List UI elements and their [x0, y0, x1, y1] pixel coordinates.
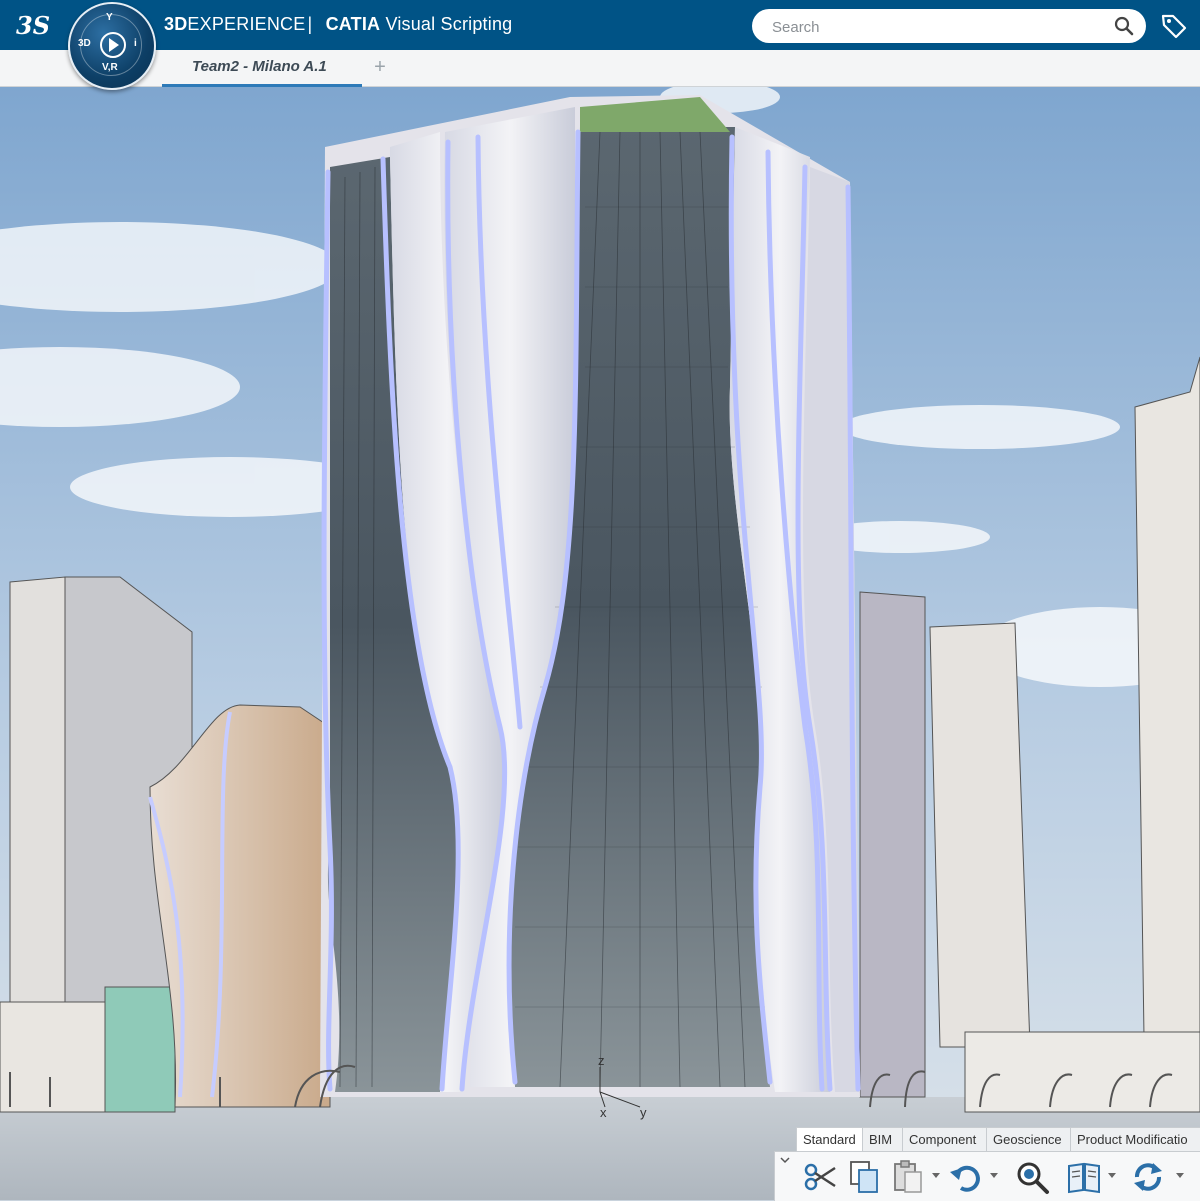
add-tab-button[interactable]: + [370, 55, 390, 79]
section-tab-component[interactable]: Component [903, 1128, 987, 1151]
compass-bottom-label: V,R [102, 62, 118, 73]
copy-icon[interactable] [845, 1158, 883, 1196]
section-tab-bim[interactable]: BIM [863, 1128, 903, 1151]
action-bar [774, 1151, 1200, 1201]
svg-text:3S: 3S [16, 11, 50, 40]
section-tab-geoscience[interactable]: Geoscience [987, 1128, 1071, 1151]
axis-z-label: z [598, 1053, 605, 1068]
brand-bold: 3D [164, 14, 188, 34]
tab-team2-milano[interactable]: Team2 - Milano A.1 [162, 50, 362, 87]
top-bar: 3S 3DEXPERIENCE | CATIA Visual Scripting [0, 0, 1200, 50]
tab-label: Team2 - Milano A.1 [192, 58, 327, 75]
main-tower [320, 95, 861, 1097]
app-title: 3DEXPERIENCE | CATIA Visual Scripting [164, 14, 512, 35]
scene-render: x y z [0, 87, 1200, 1200]
brand-rest: EXPERIENCE [187, 14, 306, 34]
play-icon[interactable] [100, 32, 126, 58]
section-tab-standard[interactable]: Standard [797, 1128, 863, 1151]
book-dropdown-icon[interactable] [1107, 1170, 1117, 1180]
undo-icon[interactable] [947, 1158, 985, 1196]
book-icon[interactable] [1065, 1158, 1103, 1196]
paste-dropdown-icon[interactable] [931, 1170, 941, 1180]
compass-top-label: Y [106, 12, 113, 23]
update-dropdown-icon[interactable] [1175, 1170, 1185, 1180]
compass-right-label: i [134, 38, 137, 49]
zoom-icon[interactable] [1013, 1158, 1051, 1196]
tag-icon[interactable] [1160, 12, 1188, 40]
action-bar-sections: Standard BIM Component Geoscience Produc… [796, 1127, 1200, 1152]
app-name-bold: CATIA [325, 14, 381, 34]
3d-viewport[interactable]: x y z [0, 87, 1200, 1200]
search-icon[interactable] [1114, 16, 1134, 36]
axis-x-label: x [600, 1105, 607, 1120]
tab-bar: Team2 - Milano A.1 + [0, 50, 1200, 87]
paste-icon[interactable] [889, 1158, 927, 1196]
brand-separator: | [307, 14, 313, 34]
undo-dropdown-icon[interactable] [989, 1170, 999, 1180]
section-tab-product-modification[interactable]: Product Modificatio [1071, 1128, 1200, 1151]
compass-widget[interactable]: Y 3D i V,R [68, 2, 156, 90]
ds-logo-icon[interactable]: 3S [14, 8, 54, 42]
app-name-rest: Visual Scripting [385, 14, 513, 34]
search-input[interactable] [770, 9, 1104, 45]
search-box[interactable] [752, 9, 1146, 45]
update-icon[interactable] [1129, 1158, 1167, 1196]
axis-y-label: y [640, 1105, 647, 1120]
compass-left-label: 3D [78, 38, 91, 49]
ds-logo-shape: 3S [16, 11, 50, 40]
cut-icon[interactable] [801, 1158, 839, 1196]
collapse-chevron-icon[interactable] [779, 1154, 791, 1166]
